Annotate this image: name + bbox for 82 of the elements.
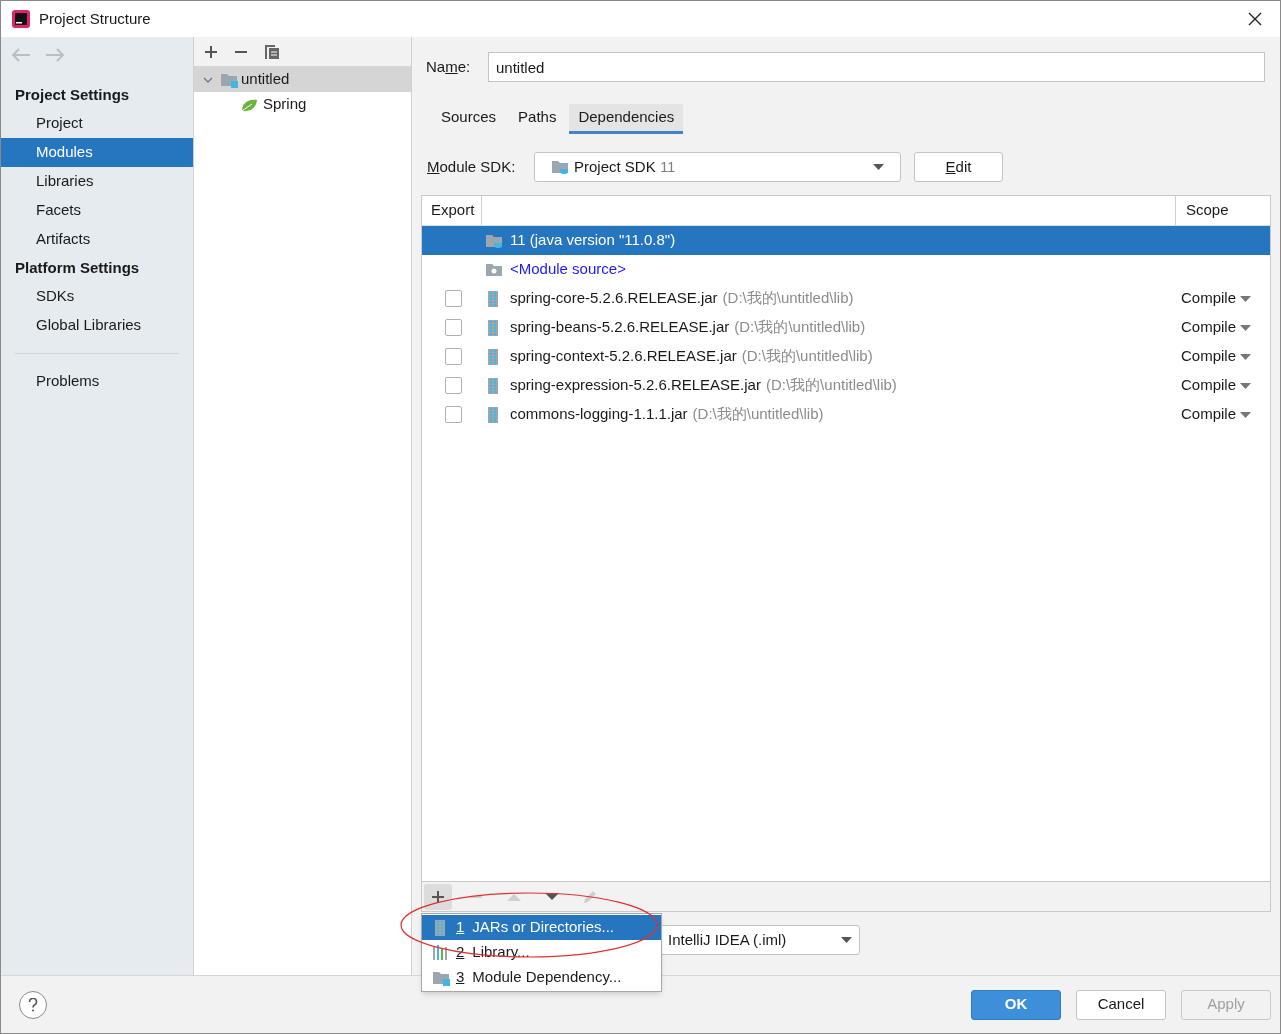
window-title: Project Structure xyxy=(39,8,151,29)
help-button[interactable] xyxy=(19,990,47,1019)
sidebar-item[interactable]: SDKs xyxy=(1,282,193,311)
dependency-path: (D:\我的\untitled\lib) xyxy=(765,375,897,396)
checkbox[interactable] xyxy=(445,377,462,394)
pencil-icon xyxy=(582,888,598,905)
dependency-name: commons-logging-1.1.1.jar xyxy=(510,404,688,425)
table-row[interactable]: commons-logging-1.1.1.jar (D:\我的\untitled\lib) Compile xyxy=(422,400,1270,429)
minus-icon xyxy=(469,895,483,898)
dependency-path: (D:\我的\untitled\lib) xyxy=(692,404,824,425)
dropdown-arrow-icon xyxy=(841,937,852,943)
tree-item[interactable]: untitled xyxy=(194,67,411,92)
dependency-name: spring-expression-5.2.6.RELEASE.jar xyxy=(510,375,761,396)
dependency-name: <Module source> xyxy=(510,259,626,280)
plus-icon xyxy=(431,889,445,904)
dependency-path: (D:\我的\untitled\lib) xyxy=(741,346,873,367)
table-row[interactable]: spring-beans-5.2.6.RELEASE.jar (D:\我的\untitled\lib) Compile xyxy=(422,313,1270,342)
tab[interactable]: Paths xyxy=(509,104,566,134)
checkbox[interactable] xyxy=(445,290,462,307)
folder-icon xyxy=(551,158,570,176)
remove-button[interactable] xyxy=(234,50,248,53)
dependency-name: spring-beans-5.2.6.RELEASE.jar xyxy=(510,317,730,338)
sidebar-item[interactable]: Facets xyxy=(1,196,193,225)
checkbox[interactable] xyxy=(445,348,462,365)
back-arrow-icon xyxy=(11,48,31,62)
question-mark-icon xyxy=(28,997,38,1012)
table-row[interactable]: spring-expression-5.2.6.RELEASE.jar (D:\我的\untitled\lib) Compile xyxy=(422,371,1270,400)
scope-dropdown[interactable]: Compile xyxy=(1181,316,1252,339)
triangle-down-icon xyxy=(545,891,559,902)
tab[interactable]: Sources xyxy=(432,104,506,134)
add-button[interactable] xyxy=(424,883,452,910)
sidebar-item[interactable]: Artifacts xyxy=(1,225,193,254)
scope-dropdown[interactable]: Compile xyxy=(1181,287,1252,310)
sidebar-item[interactable]: Libraries xyxy=(1,167,193,196)
plus-icon xyxy=(204,44,218,59)
scope-dropdown[interactable]: Compile xyxy=(1181,374,1252,397)
field-label: Module SDK: xyxy=(427,156,517,177)
table-row[interactable]: spring-core-5.2.6.RELEASE.jar (D:\我的\untitled\lib) Compile xyxy=(422,284,1270,313)
copy-button[interactable] xyxy=(264,43,280,60)
sidebar-item[interactable]: Global Libraries xyxy=(1,311,193,340)
sdk-dropdown[interactable]: Project SDK 11 xyxy=(534,152,901,182)
dropdown-arrow-icon xyxy=(1240,353,1252,360)
scope-dropdown[interactable]: Compile xyxy=(1181,403,1252,426)
dependency-name: spring-context-5.2.6.RELEASE.jar xyxy=(510,346,737,367)
copy-icon xyxy=(264,43,280,60)
dependency-name: spring-core-5.2.6.RELEASE.jar xyxy=(510,288,718,309)
edit-button[interactable]: Edit xyxy=(914,152,1003,182)
dialog-button[interactable]: Cancel xyxy=(1076,989,1166,1020)
dropdown-arrow-icon xyxy=(1240,411,1252,418)
scope-dropdown[interactable]: Compile xyxy=(1181,345,1252,368)
sidebar-item[interactable]: Problems xyxy=(1,367,193,396)
dropdown-arrow-icon xyxy=(1240,295,1252,302)
checkbox[interactable] xyxy=(445,319,462,336)
menu-item[interactable]: 1 JARs or Directories... xyxy=(422,915,661,940)
minus-icon xyxy=(234,50,248,53)
tab[interactable]: Dependencies xyxy=(569,104,684,134)
dropdown-arrow-icon xyxy=(1240,324,1252,331)
name-field[interactable]: untitled xyxy=(488,52,1265,82)
tree-item[interactable]: Spring xyxy=(194,92,411,117)
section-heading: Platform Settings xyxy=(14,257,141,278)
dropdown-arrow-icon xyxy=(1240,382,1252,389)
format-dropdown[interactable]: IntelliJ IDEA (.iml) xyxy=(660,925,860,955)
dropdown-arrow-icon xyxy=(873,164,884,170)
sidebar-item[interactable]: Modules xyxy=(1,138,193,167)
field-label: Name: xyxy=(426,56,472,77)
add-button[interactable] xyxy=(204,44,218,59)
app-icon xyxy=(11,9,31,29)
table-row[interactable]: <Module source> xyxy=(422,255,1270,284)
dependency-name: 11 (java version "11.0.8") xyxy=(510,230,676,251)
checkbox[interactable] xyxy=(445,406,462,423)
menu-item[interactable]: 3 Module Dependency... xyxy=(422,965,661,990)
table-row[interactable]: spring-context-5.2.6.RELEASE.jar (D:\我的\untitled\lib) Compile xyxy=(422,342,1270,371)
triangle-up-icon xyxy=(507,891,521,902)
dependency-path: (D:\我的\untitled\lib) xyxy=(722,288,854,309)
table-row[interactable]: 11 (java version "11.0.8") xyxy=(422,226,1270,255)
section-heading: Project Settings xyxy=(14,84,131,105)
column-header: Export xyxy=(422,196,482,225)
close-icon xyxy=(1248,12,1262,26)
forward-arrow-icon xyxy=(45,48,65,62)
sidebar-item[interactable]: Project xyxy=(1,109,193,138)
dependency-path: (D:\我的\untitled\lib) xyxy=(734,317,866,338)
column-header: Scope xyxy=(1185,200,1230,221)
